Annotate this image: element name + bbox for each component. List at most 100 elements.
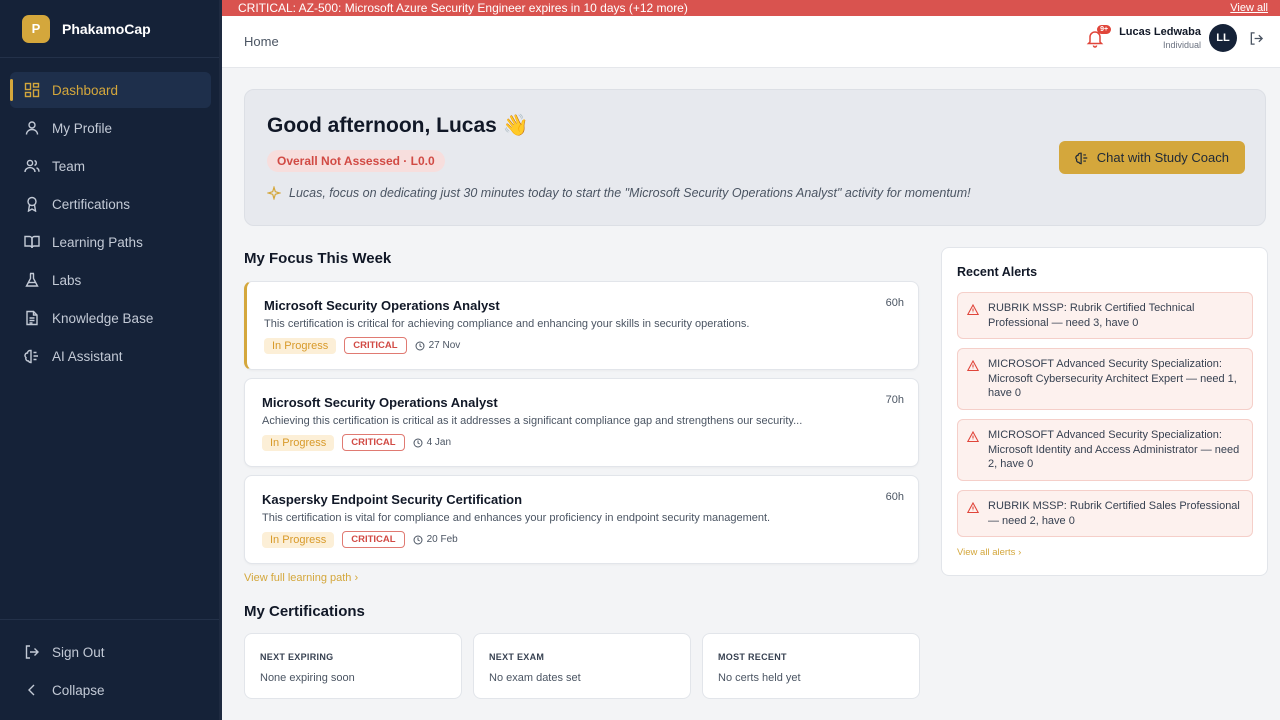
sidebar-footer: Sign Out Collapse [0, 619, 219, 720]
daily-tip-text: Lucas, focus on dedicating just 30 minut… [289, 186, 971, 200]
due-date-text: 27 Nov [428, 340, 461, 351]
top-header: Home 9+ Lucas Ledwaba Individual LL [222, 16, 1280, 68]
focus-card-tags: In Progress CRITICAL 4 Jan [262, 434, 451, 451]
critical-banner: CRITICAL: AZ-500: Microsoft Azure Securi… [222, 0, 1280, 16]
warning-icon [967, 502, 979, 514]
sidebar-item-labs[interactable]: Labs [10, 262, 211, 298]
focus-card[interactable]: Microsoft Security Operations Analyst Ac… [244, 378, 919, 467]
header-actions: 9+ Lucas Ledwaba Individual LL [1085, 24, 1264, 52]
cert-summary-value: None expiring soon [260, 672, 355, 684]
sidebar-item-learning-paths[interactable]: Learning Paths [10, 224, 211, 260]
clock-icon [413, 535, 423, 544]
sidebar-item-label: Learning Paths [52, 234, 143, 250]
daily-tip: Lucas, focus on dedicating just 30 minut… [267, 186, 971, 200]
cert-summary-label: NEXT EXPIRING [260, 652, 334, 662]
user-name: Lucas Ledwaba [1119, 26, 1201, 38]
status-badge: In Progress [264, 337, 337, 354]
alert-item[interactable]: MICROSOFT Advanced Security Specializati… [957, 348, 1253, 410]
focus-card-title: Kaspersky Endpoint Security Certificatio… [262, 492, 523, 507]
due-date: 4 Jan [413, 437, 451, 448]
due-date-text: 4 Jan [426, 437, 452, 448]
alerts-title: Recent Alerts [957, 265, 1038, 279]
chat-study-coach-button[interactable]: Chat with Study Coach [1058, 141, 1245, 174]
focus-card-hours: 60h [885, 491, 904, 503]
alert-item[interactable]: MICROSOFT Advanced Security Specializati… [957, 419, 1253, 481]
sidebar-item-knowledge-base[interactable]: Knowledge Base [10, 300, 211, 336]
banner-text: CRITICAL: AZ-500: Microsoft Azure Securi… [238, 1, 688, 15]
certifications-section-title: My Certifications [244, 603, 365, 620]
sidebar-item-label: Labs [52, 272, 82, 288]
user-role: Individual [1162, 40, 1201, 50]
due-date: 27 Nov [415, 340, 461, 351]
sidebar-item-ai-assistant[interactable]: AI Assistant [10, 338, 211, 374]
greeting-title: Good afternoon, Lucas 👋 [267, 114, 529, 137]
clock-icon [413, 438, 423, 447]
collapse-label: Collapse [52, 682, 105, 698]
sidebar-item-dashboard[interactable]: Dashboard [10, 72, 211, 108]
banner-view-all-link[interactable]: View all [1230, 2, 1268, 14]
alert-text: RUBRIK MSSP: Rubrik Certified Technical … [988, 302, 1195, 329]
user-icon [25, 121, 39, 135]
warning-icon [967, 360, 979, 372]
sidebar-item-label: Knowledge Base [52, 310, 154, 326]
notification-count-badge: 9+ [1097, 25, 1112, 34]
brand[interactable]: P PhakamoCap [0, 0, 219, 58]
cert-summary-label: MOST RECENT [718, 652, 787, 662]
sidebar-item-label: Team [52, 158, 86, 174]
document-icon [26, 310, 38, 326]
focus-card-desc: This certification is vital for complian… [262, 512, 771, 524]
sidebar-nav: Dashboard My Profile Team Certifications… [10, 72, 211, 376]
due-date: 20 Feb [413, 534, 458, 545]
sidebar-item-team[interactable]: Team [10, 148, 211, 184]
view-learning-path-link[interactable]: View full learning path › [244, 572, 358, 584]
focus-card-desc: Achieving this certification is critical… [262, 415, 803, 427]
clock-icon [415, 341, 425, 350]
logout-icon[interactable] [1249, 31, 1264, 46]
alert-text: MICROSOFT Advanced Security Specializati… [988, 358, 1237, 399]
breadcrumb[interactable]: Home [244, 34, 279, 49]
priority-badge: CRITICAL [342, 434, 405, 451]
status-badge: In Progress [262, 434, 335, 451]
sidebar-item-my-profile[interactable]: My Profile [10, 110, 211, 146]
alert-text: RUBRIK MSSP: Rubrik Certified Sales Prof… [988, 500, 1240, 527]
cert-summary-label: NEXT EXAM [489, 652, 545, 662]
users-icon [24, 159, 40, 173]
sparkle-icon [267, 186, 281, 200]
brain-icon [1075, 152, 1088, 164]
chat-study-coach-label: Chat with Study Coach [1096, 150, 1229, 165]
alert-item[interactable]: RUBRIK MSSP: Rubrik Certified Technical … [957, 292, 1253, 339]
focus-card[interactable]: Microsoft Security Operations Analyst Th… [244, 281, 919, 370]
sign-out-button[interactable]: Sign Out [10, 634, 209, 670]
cert-summary-value: No certs held yet [718, 672, 801, 684]
focus-card-tags: In Progress CRITICAL 20 Feb [262, 531, 458, 548]
cert-summary-card: NEXT EXAM No exam dates set [473, 633, 691, 699]
notifications-button[interactable]: 9+ [1085, 25, 1112, 48]
priority-badge: CRITICAL [344, 337, 407, 354]
avatar[interactable]: LL [1209, 24, 1237, 52]
brain-icon [24, 349, 38, 364]
focus-card-hours: 70h [885, 394, 904, 406]
focus-card[interactable]: Kaspersky Endpoint Security Certificatio… [244, 475, 919, 564]
brand-name: PhakamoCap [62, 20, 151, 37]
focus-card-tags: In Progress CRITICAL 27 Nov [264, 337, 460, 354]
view-all-alerts-link[interactable]: View all alerts › [957, 547, 1021, 558]
warning-icon [967, 304, 979, 316]
award-icon [27, 196, 37, 212]
focus-card-title: Microsoft Security Operations Analyst [262, 395, 498, 410]
warning-icon [967, 431, 979, 443]
assessment-status-pill: Overall Not Assessed · L0.0 [267, 150, 445, 172]
focus-card-hours: 60h [885, 297, 904, 309]
focus-card-title: Microsoft Security Operations Analyst [264, 298, 500, 313]
user-info: Lucas Ledwaba Individual [1119, 26, 1201, 50]
brand-logo: P [22, 14, 50, 43]
sign-out-label: Sign Out [52, 644, 105, 660]
alert-item[interactable]: RUBRIK MSSP: Rubrik Certified Sales Prof… [957, 490, 1253, 537]
status-badge: In Progress [262, 531, 335, 548]
chevron-left-icon [28, 684, 35, 696]
sidebar-item-label: My Profile [52, 120, 113, 136]
grid-icon [24, 82, 40, 98]
sidebar-item-certifications[interactable]: Certifications [10, 186, 211, 222]
alert-text: MICROSOFT Advanced Security Specializati… [988, 429, 1240, 470]
collapse-button[interactable]: Collapse [10, 672, 209, 708]
book-icon [24, 235, 40, 249]
